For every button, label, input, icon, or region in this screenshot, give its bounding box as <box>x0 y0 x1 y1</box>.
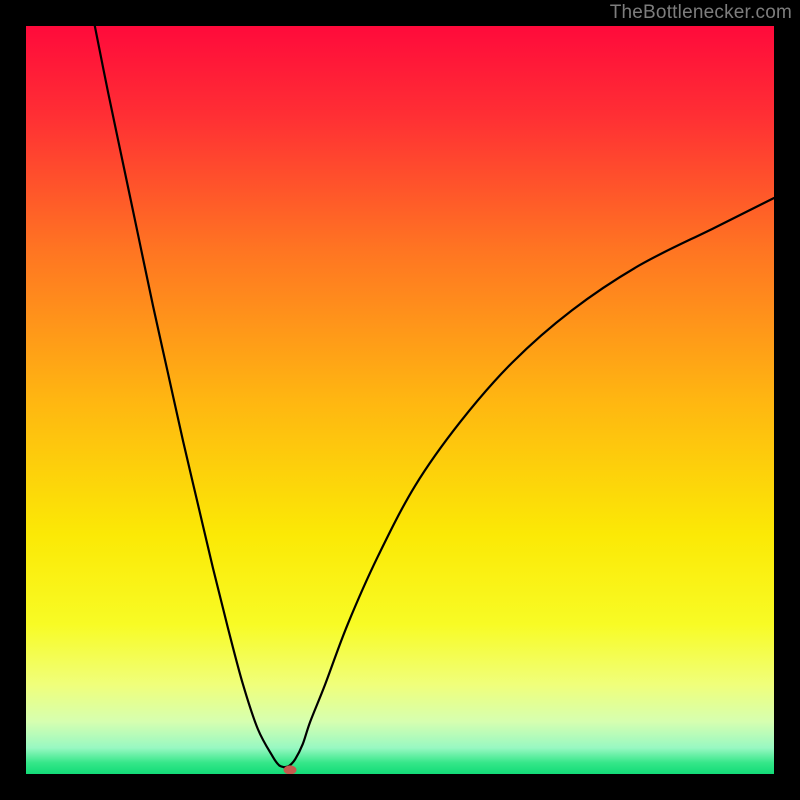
plot-area <box>26 26 774 774</box>
chart-frame: TheBottlenecker.com <box>0 0 800 800</box>
gradient-background <box>26 26 774 774</box>
plot-svg <box>26 26 774 774</box>
attribution-text: TheBottlenecker.com <box>610 2 792 24</box>
minimum-marker <box>284 765 297 774</box>
